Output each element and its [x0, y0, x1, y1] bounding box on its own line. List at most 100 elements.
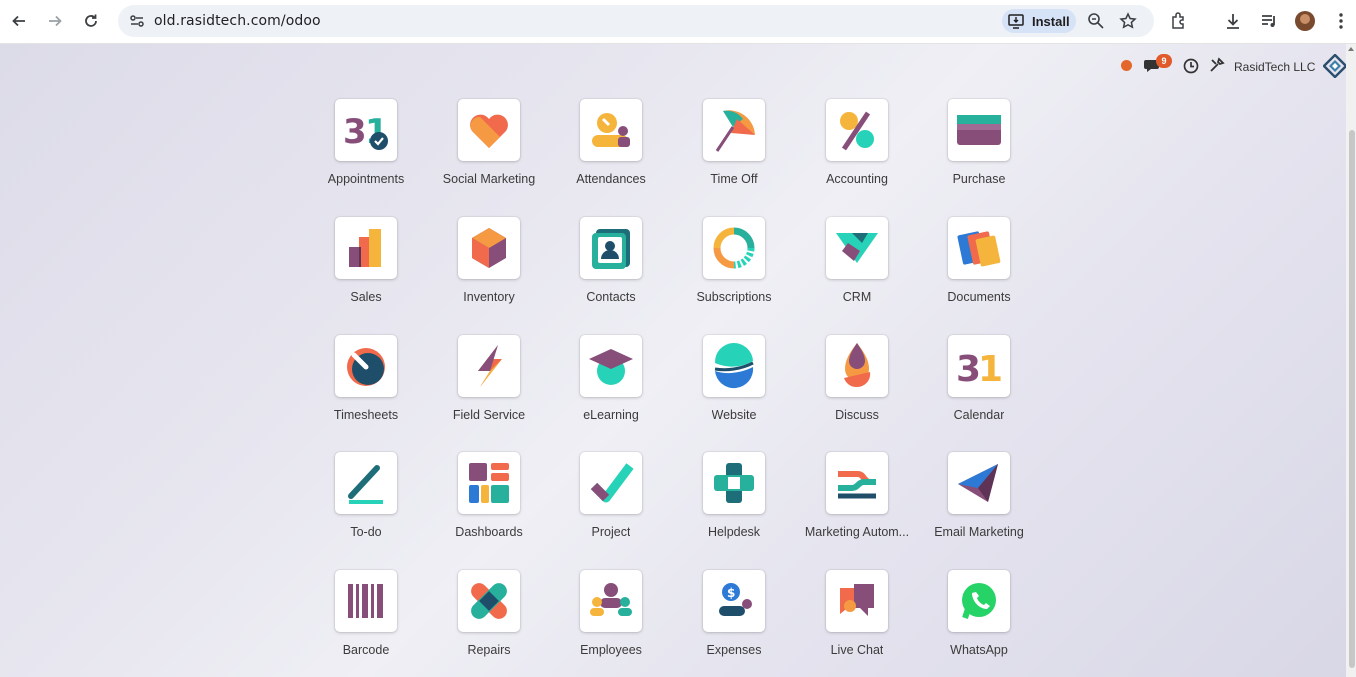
email-marketing-icon [958, 464, 998, 502]
zoom-icon[interactable] [1087, 12, 1105, 30]
app-tile[interactable] [458, 217, 520, 279]
site-settings-icon[interactable] [128, 12, 146, 30]
back-button[interactable] [6, 8, 32, 34]
downloads-icon[interactable] [1223, 11, 1243, 31]
app-helpdesk[interactable]: Helpdesk [672, 452, 796, 562]
app-tile[interactable] [826, 570, 888, 632]
profile-avatar[interactable] [1295, 11, 1315, 31]
app-crm[interactable]: CRM [795, 217, 919, 327]
time-off-icon [715, 110, 755, 152]
app-timesheets[interactable]: Timesheets [304, 335, 428, 445]
app-tile[interactable] [580, 570, 642, 632]
app-project[interactable]: Project [549, 452, 673, 562]
address-bar[interactable]: old.rasidtech.com/odoo Install [118, 5, 1154, 37]
app-field-service[interactable]: Field Service [427, 335, 551, 445]
app-sales[interactable]: Sales [304, 217, 428, 327]
app-tile[interactable]: 31 [335, 99, 397, 161]
app-label: Social Marketing [442, 172, 536, 186]
install-icon [1008, 14, 1024, 29]
app-time-off[interactable]: Time Off [672, 99, 796, 209]
app-tile[interactable] [335, 217, 397, 279]
app-label: Inventory [463, 290, 515, 304]
app-tile[interactable] [826, 335, 888, 397]
app-inventory[interactable]: Inventory [427, 217, 551, 327]
app-label: Marketing Autom... [804, 525, 910, 539]
more-menu-icon[interactable] [1331, 11, 1351, 31]
whatsapp-icon [962, 583, 996, 619]
scroll-up-icon[interactable] [1348, 47, 1354, 51]
app-live-chat[interactable]: Live Chat [795, 570, 919, 677]
app-elearning[interactable]: eLearning [549, 335, 673, 445]
app-label: Repairs [467, 643, 511, 657]
app-tile[interactable] [948, 570, 1010, 632]
app-tile[interactable] [703, 99, 765, 161]
app-website[interactable]: Website [672, 335, 796, 445]
app-tile[interactable] [335, 570, 397, 632]
app-tile[interactable] [703, 335, 765, 397]
app-contacts[interactable]: Contacts [549, 217, 673, 327]
app-repairs[interactable]: Repairs [427, 570, 551, 677]
debug-tools-icon[interactable] [1209, 57, 1225, 73]
app-tile[interactable] [335, 335, 397, 397]
app-todo[interactable]: To-do [304, 452, 428, 562]
app-calendar[interactable]: 31 Calendar [917, 335, 1041, 445]
reload-button[interactable] [78, 8, 104, 34]
arrow-left-icon [12, 15, 25, 27]
extensions-icon[interactable] [1169, 11, 1189, 31]
app-label: Contacts [586, 290, 636, 304]
app-tile[interactable] [458, 452, 520, 514]
company-logo-icon[interactable] [1323, 54, 1347, 78]
app-expenses[interactable]: $ Expenses [672, 570, 796, 677]
app-tile[interactable]: 31 [948, 335, 1010, 397]
app-tile[interactable] [335, 452, 397, 514]
status-dot-icon[interactable] [1121, 60, 1132, 71]
dashboards-icon [469, 463, 509, 503]
app-tile[interactable] [948, 99, 1010, 161]
app-barcode[interactable]: Barcode [304, 570, 428, 677]
app-documents[interactable]: Documents [917, 217, 1041, 327]
app-tile[interactable] [580, 99, 642, 161]
discuss-icon [844, 343, 871, 388]
app-tile[interactable] [580, 335, 642, 397]
app-label: Purchase [952, 172, 1006, 186]
app-employees[interactable]: Employees [549, 570, 673, 677]
app-social-marketing[interactable]: Social Marketing [427, 99, 551, 209]
media-control-icon[interactable] [1259, 11, 1279, 31]
forward-button[interactable] [42, 8, 68, 34]
app-tile[interactable]: $ [703, 570, 765, 632]
company-switcher[interactable]: RasidTech LLC [1234, 60, 1315, 74]
app-attendances[interactable]: Attendances [549, 99, 673, 209]
bookmark-star-icon[interactable] [1119, 12, 1137, 30]
employees-icon [590, 583, 632, 616]
app-tile[interactable] [580, 452, 642, 514]
app-purchase[interactable]: Purchase [917, 99, 1041, 209]
app-appointments[interactable]: 31 Appointments [304, 99, 428, 209]
url-text[interactable]: old.rasidtech.com/odoo [154, 13, 321, 29]
app-accounting[interactable]: Accounting [795, 99, 919, 209]
app-tile[interactable] [458, 335, 520, 397]
app-tile[interactable] [580, 217, 642, 279]
app-email-marketing[interactable]: Email Marketing [917, 452, 1041, 562]
install-app-button[interactable]: Install [1002, 9, 1076, 33]
app-tile[interactable] [458, 99, 520, 161]
app-whatsapp[interactable]: WhatsApp [917, 570, 1041, 677]
app-tile[interactable] [948, 452, 1010, 514]
app-tile[interactable] [458, 570, 520, 632]
app-tile[interactable] [703, 452, 765, 514]
app-marketing-automation[interactable]: Marketing Autom... [795, 452, 919, 562]
app-label: Website [711, 408, 757, 422]
app-label: Dashboards [455, 525, 523, 539]
app-tile[interactable] [826, 99, 888, 161]
app-tile[interactable] [703, 217, 765, 279]
app-tile[interactable] [826, 452, 888, 514]
app-tile[interactable] [826, 217, 888, 279]
scrollbar-thumb[interactable] [1349, 130, 1355, 668]
app-dashboards[interactable]: Dashboards [427, 452, 551, 562]
app-label: Project [591, 525, 631, 539]
app-tile[interactable] [948, 217, 1010, 279]
app-label: Accounting [826, 172, 888, 186]
activity-clock-icon[interactable] [1183, 58, 1199, 74]
app-subscriptions[interactable]: Subscriptions [672, 217, 796, 327]
app-discuss[interactable]: Discuss [795, 335, 919, 445]
accounting-icon [840, 111, 874, 151]
